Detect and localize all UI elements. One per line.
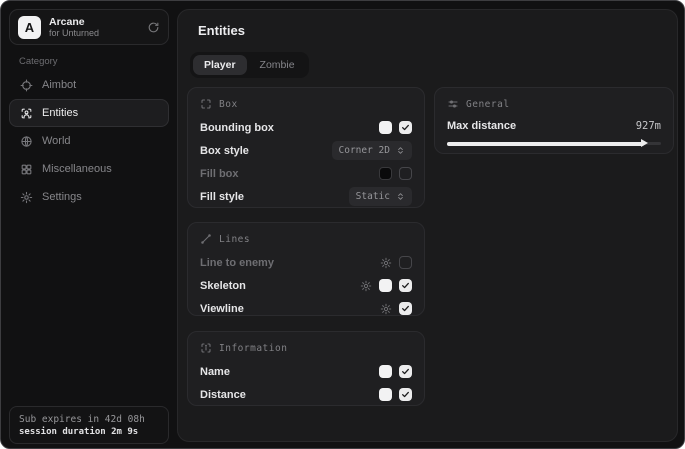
row-settings-gear-icon[interactable] xyxy=(380,303,392,315)
checkbox-checked[interactable] xyxy=(399,365,412,378)
setting-label: Fill style xyxy=(200,191,244,203)
sidebar-nav: Aimbot Entities World xyxy=(9,71,169,211)
app-subtitle: for Unturned xyxy=(49,28,99,39)
setting-row-fill-style: Fill style Static xyxy=(200,185,412,208)
card-title: Information xyxy=(219,343,287,354)
sidebar-item-label: World xyxy=(42,135,71,147)
person-scan-icon xyxy=(20,107,33,120)
sidebar-header: A Arcane for Unturned xyxy=(9,9,169,45)
info-scan-icon xyxy=(200,342,212,354)
slider-thumb[interactable] xyxy=(641,139,648,147)
card-title: Box xyxy=(219,99,238,110)
chevrons-up-down-icon xyxy=(396,192,405,201)
crosshair-icon xyxy=(20,79,33,92)
checkbox-checked[interactable] xyxy=(399,279,412,292)
sidebar-item-entities[interactable]: Entities xyxy=(9,99,169,127)
page-title: Entities xyxy=(198,23,245,38)
color-swatch[interactable] xyxy=(379,365,392,378)
setting-row-name: Name xyxy=(200,360,412,383)
sidebar-item-label: Settings xyxy=(42,191,82,203)
app-name: Arcane xyxy=(49,16,99,28)
tab-zombie[interactable]: Zombie xyxy=(249,55,306,75)
chevrons-up-down-icon xyxy=(396,146,405,155)
app-title-block: Arcane for Unturned xyxy=(49,16,99,39)
box-style-dropdown[interactable]: Corner 2D xyxy=(332,141,412,160)
card-title: Lines xyxy=(219,234,250,245)
slider-label: Max distance xyxy=(447,120,516,132)
setting-label: Viewline xyxy=(200,303,244,315)
setting-row-fill-box: Fill box xyxy=(200,162,412,185)
color-swatch[interactable] xyxy=(379,388,392,401)
setting-label: Distance xyxy=(200,389,246,401)
setting-row-box-style: Box style Corner 2D xyxy=(200,139,412,162)
setting-row-distance: Distance xyxy=(200,383,412,406)
setting-label: Bounding box xyxy=(200,122,274,134)
setting-row-skeleton: Skeleton xyxy=(200,274,412,297)
dropdown-value: Static xyxy=(356,191,390,202)
checkbox-checked[interactable] xyxy=(399,121,412,134)
row-settings-gear-icon[interactable] xyxy=(360,280,372,292)
sidebar-item-miscellaneous[interactable]: Miscellaneous xyxy=(9,155,169,183)
gear-icon xyxy=(20,191,33,204)
app-window: A Arcane for Unturned Category Aimbot xyxy=(0,0,685,449)
setting-row-line-to-enemy: Line to enemy xyxy=(200,251,412,274)
subscription-info-box: Sub expires in 42d 08h session duration … xyxy=(9,406,169,444)
fill-style-dropdown[interactable]: Static xyxy=(349,187,412,206)
setting-label: Name xyxy=(200,366,230,378)
checkbox-unchecked[interactable] xyxy=(399,256,412,269)
general-card: General Max distance 927m xyxy=(434,87,674,154)
checkbox-checked[interactable] xyxy=(399,302,412,315)
sidebar-item-label: Miscellaneous xyxy=(42,163,112,175)
setting-label: Line to enemy xyxy=(200,257,274,269)
dropdown-value: Corner 2D xyxy=(339,145,390,156)
max-distance-row: Max distance 927m xyxy=(447,116,661,136)
general-card-header: General xyxy=(447,97,661,111)
refresh-icon[interactable] xyxy=(147,21,160,34)
sidebar-item-aimbot[interactable]: Aimbot xyxy=(9,71,169,99)
row-settings-gear-icon[interactable] xyxy=(380,257,392,269)
max-distance-slider[interactable] xyxy=(447,138,661,149)
main-panel: Entities Player Zombie Box Bounding box xyxy=(177,9,678,442)
sidebar-item-label: Entities xyxy=(42,107,78,119)
box-card: Box Bounding box Box style Corner 2D xyxy=(187,87,425,208)
color-swatch[interactable] xyxy=(379,121,392,134)
checkbox-unchecked[interactable] xyxy=(399,167,412,180)
sidebar-item-settings[interactable]: Settings xyxy=(9,183,169,211)
session-duration-text: session duration 2m 9s xyxy=(19,427,159,437)
lines-card-header: Lines xyxy=(200,232,412,246)
color-swatch[interactable] xyxy=(379,279,392,292)
color-swatch[interactable] xyxy=(379,167,392,180)
lines-card: Lines Line to enemy Skeleton xyxy=(187,222,425,316)
globe-icon xyxy=(20,135,33,148)
setting-row-bounding-box: Bounding box xyxy=(200,116,412,139)
checkbox-checked[interactable] xyxy=(399,388,412,401)
entity-tabs: Player Zombie xyxy=(190,52,309,78)
card-title: General xyxy=(466,99,510,110)
information-card: Information Name Distance xyxy=(187,331,425,406)
slider-fill xyxy=(447,142,644,146)
grid-icon xyxy=(20,163,33,176)
line-icon xyxy=(200,233,212,245)
category-label: Category xyxy=(19,56,58,67)
information-card-header: Information xyxy=(200,341,412,355)
sidebar-item-world[interactable]: World xyxy=(9,127,169,155)
tab-player[interactable]: Player xyxy=(193,55,247,75)
setting-row-viewline: Viewline xyxy=(200,297,412,320)
box-corners-icon xyxy=(200,98,212,110)
setting-label: Skeleton xyxy=(200,280,246,292)
setting-label: Fill box xyxy=(200,168,239,180)
slider-value: 927m xyxy=(636,120,661,132)
box-card-header: Box xyxy=(200,97,412,111)
sidebar-item-label: Aimbot xyxy=(42,79,76,91)
app-logo: A xyxy=(18,16,41,39)
setting-label: Box style xyxy=(200,145,249,157)
sub-expiry-text: Sub expires in 42d 08h xyxy=(19,414,159,425)
sliders-icon xyxy=(447,98,459,110)
